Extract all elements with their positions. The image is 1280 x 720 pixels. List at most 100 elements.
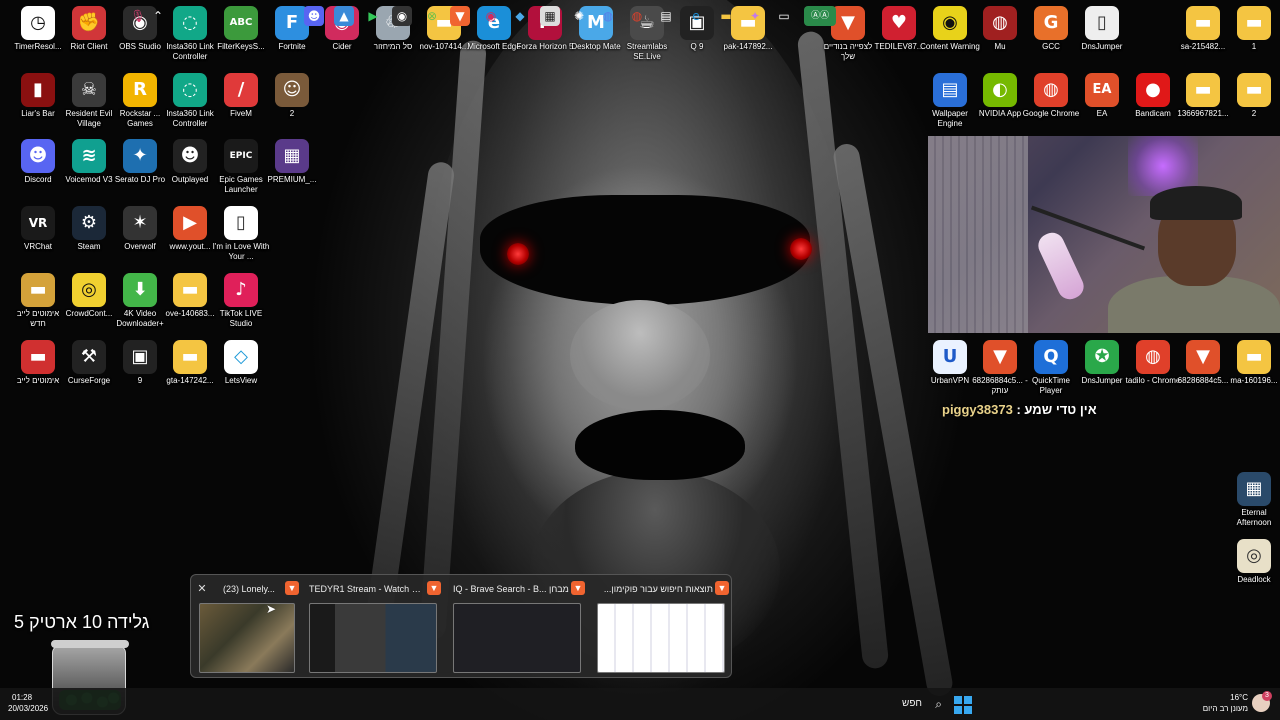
system-clock[interactable]: 01:28 20/03/2026 — [8, 692, 48, 714]
weather-widget[interactable]: 16°C מעונן רב היום — [1192, 692, 1248, 714]
app-icon: ABC — [224, 6, 258, 40]
app-icon: ● — [1136, 73, 1170, 107]
app-icon: ▦ — [275, 139, 309, 173]
desktop-icon[interactable]: ▬ 1 — [1224, 2, 1280, 52]
copilot-taskbar-icon[interactable]: ✦ — [745, 6, 765, 26]
desktop-icon[interactable]: ☺ 2 — [262, 69, 322, 119]
app-icon: ◌ — [173, 6, 207, 40]
jar-lid — [51, 640, 129, 648]
desktop-icon[interactable]: ▯ I'm in Love With Your ... — [211, 202, 271, 262]
window-title: תוצאות חיפוש עבור פוקימון... — [603, 584, 713, 594]
search-icon: ⌕ — [935, 697, 942, 711]
app-icon: ◎ — [1237, 539, 1271, 573]
app-icon: ▦ — [1237, 472, 1271, 506]
stream-chat-message: piggy38373 : אין טדי שמע — [942, 402, 1097, 417]
obs-taskbar-icon[interactable]: ◉ — [392, 6, 412, 26]
search-box[interactable]: חפש ⌕ — [860, 694, 946, 714]
desktop-icon[interactable]: ▯ DnsJumper — [1072, 2, 1132, 52]
app-icon: ✦ — [123, 139, 157, 173]
taskbar-thumbnail-flyout: ✕ (23) Lonely... ▼ TEDYR1 Stream - Watch… — [190, 574, 732, 678]
app-icon: ☺ — [275, 73, 309, 107]
webcam-microphone — [1034, 228, 1088, 304]
app-icon: ◍ — [1136, 340, 1170, 374]
streamlabs-taskbar-icon[interactable]: ◆ — [510, 6, 530, 26]
play-store-taskbar-icon[interactable]: ▶ — [363, 6, 383, 26]
app-icon: ≋ — [72, 139, 106, 173]
window-thumbnail[interactable]: TEDYR1 Stream - Watch Li... ▼ — [303, 575, 443, 677]
app-icon: ◷ — [21, 6, 55, 40]
app-icon: ◉ — [933, 6, 967, 40]
stream-overlay-text: גלידה 10 ארטיק 5 — [14, 612, 150, 632]
app-icon: ⚙ — [72, 206, 106, 240]
app-icon: ◎ — [72, 273, 106, 307]
desktop-icon[interactable]: ▬ 2 — [1224, 69, 1280, 119]
window-title: IQ - Brave Search - B... מבחן — [453, 584, 569, 594]
app-icon: ▬ — [21, 273, 55, 307]
desktop-icon[interactable]: ▦ PREMIUM_... — [262, 135, 322, 185]
app-taskbar-icon[interactable]: ◍ — [598, 6, 618, 26]
chatgpt-taskbar-icon[interactable]: ✺ — [569, 6, 589, 26]
app-icon: EA — [1085, 73, 1119, 107]
mouse-cursor-icon: ➤ — [266, 602, 277, 616]
desktop-icon[interactable]: ◎ Deadlock — [1224, 535, 1280, 585]
wallpaper-red-eye — [507, 243, 529, 265]
app-taskbar-icon[interactable]: ▭ — [774, 6, 794, 26]
start-tile — [964, 706, 972, 714]
app-icon: ▣ — [123, 340, 157, 374]
desktop-icon[interactable]: ▦ Eternal Afternoon — [1224, 468, 1280, 528]
app-taskbar-icon[interactable]: ⒶⒶ — [804, 6, 836, 26]
desktop-icon[interactable]: ▬ ma-160196... — [1224, 336, 1280, 386]
app-icon: ▬ — [1237, 340, 1271, 374]
desktop-icon[interactable]: ♪ TikTok LIVE Studio — [211, 269, 271, 329]
photos-taskbar-icon[interactable]: ▲ — [334, 6, 354, 26]
app-icon: ◍ — [983, 6, 1017, 40]
clock-time: 01:28 — [12, 693, 33, 702]
app-icon: G — [1034, 6, 1068, 40]
window-thumbnail[interactable]: IQ - Brave Search - B... מבחן ▼ — [447, 575, 587, 677]
clock-date: 20/03/2026 — [8, 704, 49, 713]
thumbnail-preview — [453, 603, 581, 673]
webcam-person-cap — [1150, 186, 1242, 220]
webcam-window-blinds — [928, 136, 1028, 333]
app-taskbar-icon[interactable]: ▦ — [540, 6, 560, 26]
app-icon: EPIC — [224, 139, 258, 173]
app-icon: ◇ — [224, 340, 258, 374]
wallpaper-nose — [570, 300, 710, 410]
brave-browser-icon: ▼ — [285, 581, 299, 595]
thumbnail-preview — [597, 603, 725, 673]
app-icon: ▬ — [1186, 73, 1220, 107]
window-title: TEDYR1 Stream - Watch Li... — [309, 584, 427, 594]
app-icon: ▯ — [1085, 6, 1119, 40]
app-icon: ▬ — [1237, 73, 1271, 107]
search-placeholder: חפש — [902, 698, 922, 709]
chat-username: piggy38373 — [942, 402, 1013, 417]
app-icon: ▬ — [1237, 6, 1271, 40]
microphone-icon[interactable]: 🎙 — [128, 6, 148, 26]
store-taskbar-icon[interactable]: ▤ — [656, 6, 676, 26]
xbox-taskbar-icon[interactable]: ⊗ — [422, 6, 442, 26]
app-icon: ◌ — [173, 73, 207, 107]
app-icon: ☠ — [72, 73, 106, 107]
window-thumbnail[interactable]: תוצאות חיפוש עבור פוקימון... ▼ — [591, 575, 731, 677]
chevron-up-icon[interactable]: ⌃ — [148, 6, 168, 26]
chat-separator: : — [1012, 402, 1025, 417]
desktop-icon[interactable]: ◇ LetsView — [211, 336, 271, 386]
start-tile — [954, 696, 962, 704]
brave-browser-icon: ▼ — [427, 581, 441, 595]
file-explorer-icon[interactable]: ▬ — [716, 6, 736, 26]
app-icon: VR — [21, 206, 55, 240]
app-icon: ▯ — [224, 206, 258, 240]
app-icon: ✊ — [72, 6, 106, 40]
cider-taskbar-icon[interactable]: ◉ — [481, 6, 501, 26]
chrome-taskbar-icon[interactable]: ◍ — [627, 6, 647, 26]
app-icon: ♪ — [224, 273, 258, 307]
discord-taskbar-icon[interactable]: ☻ — [304, 6, 324, 26]
app-icon: ▬ — [21, 340, 55, 374]
app-icon: ▼ — [983, 340, 1017, 374]
thumbnail-preview — [309, 603, 437, 673]
brave-taskbar-icon[interactable]: ▼ — [450, 6, 470, 26]
start-button[interactable] — [954, 696, 972, 714]
window-thumbnail[interactable]: ✕ (23) Lonely... ▼ — [193, 575, 301, 677]
app-icon: ☻ — [173, 139, 207, 173]
edge-taskbar-icon[interactable]: e — [686, 6, 706, 26]
